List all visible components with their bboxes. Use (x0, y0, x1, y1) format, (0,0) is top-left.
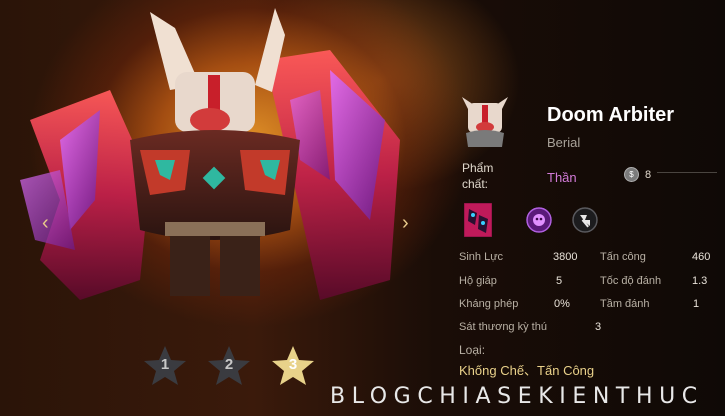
cost-value: 8 (645, 168, 652, 181)
stat-row: Sinh Lực 3800 Tấn công 460 (459, 251, 721, 267)
stat-label: Sát thương kỳ thú (459, 321, 547, 333)
hero-avatar-icon (462, 97, 508, 147)
star-level-label: 1 (160, 356, 170, 373)
cost-display: $ 8 (624, 167, 651, 182)
star-level-selector: 1 2 3 (140, 343, 318, 387)
hero-info-panel: Doom Arbiter Berial Phẩm chất: Thần $ 8 (455, 0, 725, 416)
stat-row: Sát thương kỳ thú 3 (459, 321, 721, 337)
stat-row: Hộ giáp 5 Tốc độ đánh 1.3 (459, 275, 721, 291)
star-level-1-button[interactable]: 1 (140, 343, 190, 387)
hero-name: Doom Arbiter (547, 104, 675, 126)
cost-divider (657, 172, 717, 173)
stat-value: 0% (554, 298, 570, 310)
star-level-3-button[interactable]: 3 (268, 343, 318, 387)
stat-label: Sinh Lực (459, 251, 504, 263)
stat-label: Tầm đánh (600, 298, 650, 310)
stat-label: Hộ giáp (459, 275, 497, 287)
quality-label: Phẩm chất: (462, 161, 494, 191)
stat-value: 1 (693, 298, 700, 310)
star-level-label: 3 (288, 356, 298, 373)
star-level-label: 2 (224, 356, 234, 373)
stat-value: 5 (556, 275, 563, 287)
hero-subtitle: Berial (547, 135, 581, 150)
type-value: Khống Chế、Tấn Công (459, 363, 595, 378)
stat-value: 3800 (553, 251, 578, 263)
stat-row: Kháng phép 0% Tầm đánh 1 (459, 298, 721, 314)
type-label: Loại: (459, 343, 486, 357)
skill-icon[interactable] (464, 203, 492, 237)
quality-value: Thần (547, 170, 577, 185)
watermark: BLOGCHIASEKIENTHUC (330, 384, 704, 409)
star-level-2-button[interactable]: 2 (204, 343, 254, 387)
coin-icon: $ (624, 167, 639, 182)
axe-trait-icon[interactable] (572, 207, 598, 233)
hero-artwork (20, 8, 400, 300)
stat-label: Kháng phép (459, 298, 519, 310)
skill-trait-row (464, 203, 598, 237)
demon-trait-icon[interactable] (526, 207, 552, 233)
stat-value: 3 (595, 321, 602, 333)
next-hero-arrow-icon[interactable]: › (402, 212, 409, 235)
stat-label: Tốc độ đánh (600, 275, 662, 287)
stat-value: 460 (692, 251, 711, 263)
previous-hero-arrow-icon[interactable]: ‹ (42, 212, 49, 235)
stat-value: 1.3 (692, 275, 708, 287)
stat-label: Tấn công (600, 251, 646, 263)
